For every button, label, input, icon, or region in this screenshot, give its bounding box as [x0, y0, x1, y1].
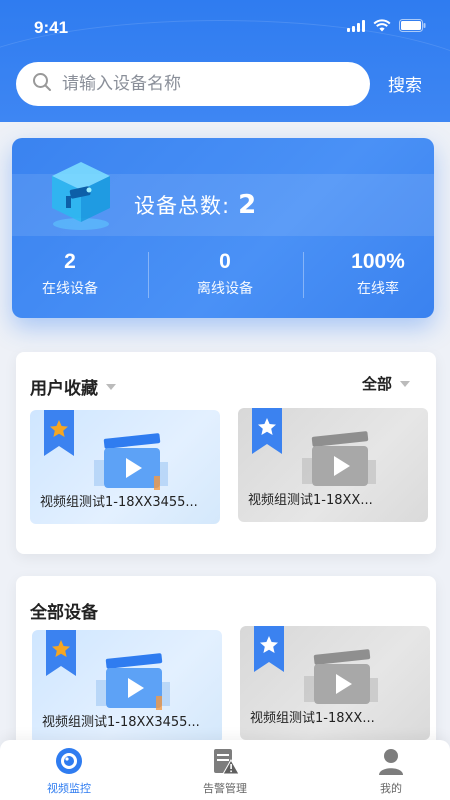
stat-value: 2 — [64, 250, 76, 273]
favorites-filter[interactable]: 全部 — [362, 373, 411, 394]
stat-value: 0 — [219, 250, 231, 273]
star-ribbon-icon — [44, 410, 74, 460]
star-ribbon-icon — [254, 626, 284, 676]
stat-label: 在线率 — [357, 281, 399, 297]
nav-profile[interactable]: 我的 — [336, 746, 446, 796]
star-ribbon-icon — [46, 630, 76, 680]
search-input[interactable] — [62, 74, 342, 94]
favorites-section: 用户收藏 全部 视频组测试1-18XX3455... 视频组测试1-18XX..… — [16, 352, 436, 554]
signal-icon — [347, 19, 365, 32]
device-name: 视频组测试1-18XX3455... — [42, 715, 200, 730]
device-name: 视频组测试1-18XX3455... — [40, 495, 198, 510]
favorites-title[interactable]: 用户收藏 — [30, 374, 116, 399]
nav-label: 我的 — [380, 782, 402, 795]
device-stats-card: 设备总数: 2 2 在线设备 0 离线设备 100% 在线率 — [12, 138, 434, 318]
stat-divider — [148, 252, 149, 298]
status-time: 9:41 — [34, 18, 69, 37]
device-tile[interactable]: 视频组测试1-18XX3455... — [32, 630, 222, 744]
favorites-title-text: 用户收藏 — [30, 379, 98, 399]
search-button[interactable]: 搜索 — [388, 71, 422, 96]
total-devices-value: 2 — [238, 190, 258, 220]
nav-video-monitor[interactable]: 视频监控 — [14, 746, 124, 796]
caret-down-icon — [400, 380, 411, 387]
total-devices: 设备总数: 2 — [134, 190, 257, 220]
battery-icon — [399, 19, 426, 32]
device-tile[interactable]: 视频组测试1-18XX... — [238, 408, 428, 522]
all-devices-title: 全部设备 — [30, 603, 98, 623]
device-tile[interactable]: 视频组测试1-18XX3455... — [30, 410, 220, 524]
device-name: 视频组测试1-18XX... — [250, 711, 375, 726]
video-monitor-icon — [14, 746, 124, 776]
nav-label: 告警管理 — [203, 782, 247, 795]
bottom-nav: 视频监控 告警管理 我的 — [0, 740, 450, 800]
online-devices-stat: 2 在线设备 — [12, 250, 140, 298]
device-name: 视频组测试1-18XX... — [248, 493, 373, 508]
search-bar[interactable] — [16, 62, 370, 106]
wifi-icon — [373, 19, 391, 32]
status-bar: 9:41 — [0, 0, 450, 52]
caret-down-icon — [106, 383, 116, 390]
online-rate-stat: 100% 在线率 — [308, 250, 434, 298]
alarm-manage-icon — [170, 746, 280, 776]
star-ribbon-icon — [252, 408, 282, 458]
nav-alarm-manage[interactable]: 告警管理 — [170, 746, 280, 796]
status-icons — [347, 19, 426, 32]
filter-label: 全部 — [362, 375, 393, 393]
search-icon — [32, 72, 52, 96]
all-devices-section: 全部设备 视频组测试1-18XX3455... 视频组测试1-18XX... — [16, 576, 436, 766]
offline-devices-stat: 0 离线设备 — [155, 250, 295, 298]
total-devices-label: 设备总数: — [134, 194, 231, 218]
device-tile[interactable]: 视频组测试1-18XX... — [240, 626, 430, 740]
stat-label: 在线设备 — [42, 281, 98, 297]
camera-cube-icon — [48, 158, 114, 232]
top-header: 9:41 请输入设备名称 搜索 — [0, 0, 450, 122]
nav-label: 视频监控 — [47, 782, 91, 795]
user-profile-icon — [336, 746, 446, 776]
stat-label: 离线设备 — [197, 281, 253, 297]
stat-value: 100% — [351, 250, 405, 273]
stat-divider — [303, 252, 304, 298]
